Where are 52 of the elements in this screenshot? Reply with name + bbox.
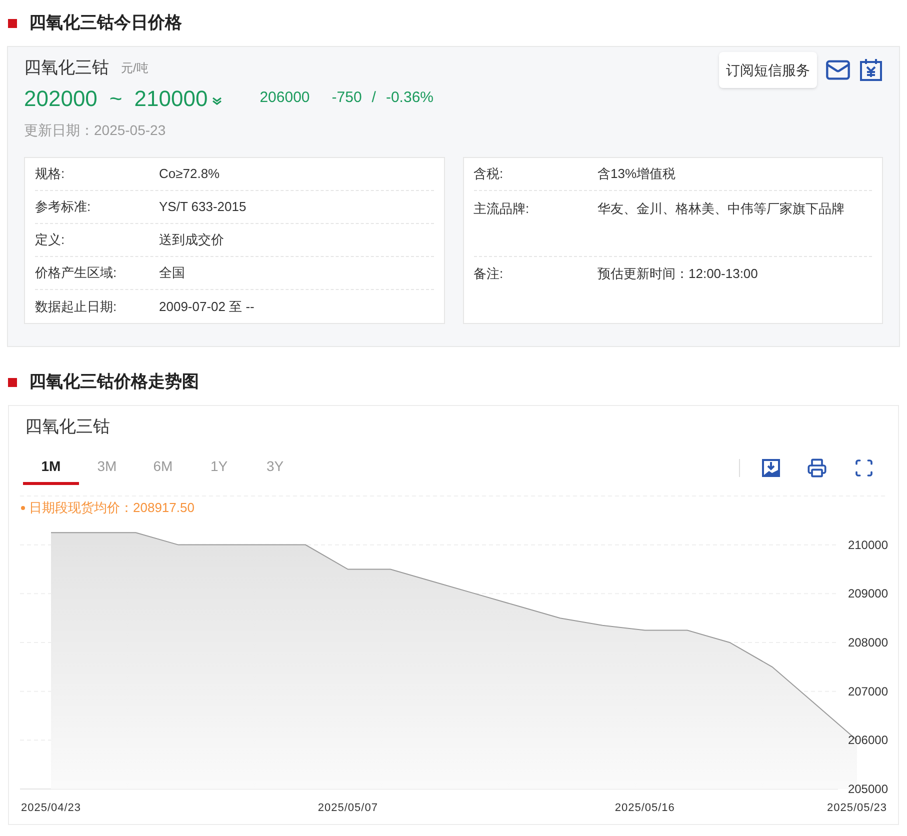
unit-label: 元/吨 [121,60,148,77]
product-name: 四氧化三钴 [24,57,109,80]
spec-label: 规格: [35,165,66,184]
spec-value: 华友、金川、格林美、中伟等厂家旗下品牌 [598,200,844,218]
yen-calendar-icon[interactable] [859,58,883,82]
spec-value: 预估更新时间：12:00-13:00 [598,264,758,283]
range-tab[interactable]: 1Y [191,450,247,484]
y-axis-label: 207000 [848,684,888,698]
y-axis-label: 210000 [848,538,888,552]
x-axis-label: 2025/05/16 [614,802,675,814]
section-marker [8,378,17,386]
section-title: 四氧化三钴今日价格 [29,12,182,34]
spec-label: 参考标准: [35,198,92,216]
range-separator: ~ [109,84,122,112]
spec-label: 价格产生区域: [35,264,118,282]
section-marker [8,18,17,28]
spec-value: 2009-07-02 至 -- [159,298,254,316]
spec-label: 主流品牌: [474,200,530,218]
subscribe-button[interactable]: 订阅短信服务 [719,52,817,88]
range-tab[interactable]: 3M [79,450,135,484]
range-tab[interactable]: 1M [23,450,79,484]
price-change: -750 [332,88,362,108]
y-axis-label: 208000 [848,636,888,650]
spec-value: 含13%增值税 [598,165,676,184]
change-slash: / [372,88,376,108]
spec-value: 送到成交价 [159,231,224,250]
spec-label: 定义: [35,231,66,250]
price-low: 202000 [24,84,98,112]
fullscreen-icon[interactable] [854,458,874,478]
x-axis-label: 2025/04/23 [20,802,82,814]
range-tab[interactable]: 3Y [247,450,303,484]
spec-value: Co≥72.8% [159,165,220,184]
average-price: 206000 [260,88,310,108]
y-axis-label: 209000 [848,586,888,601]
y-axis-label: 206000 [848,733,888,748]
legend-label: 日期段现货均价：208917.50 [29,499,194,517]
spec-value: YS/T 633-2015 [159,198,246,216]
spec-label: 数据起止日期: [35,298,118,316]
section-title: 四氧化三钴价格走势图 [29,371,199,394]
chart-title: 四氧化三钴 [24,416,111,438]
y-axis-label: 205000 [848,782,888,796]
spec-value: 全国 [159,264,185,282]
price-high: 210000 [134,84,208,112]
range-tab[interactable]: 6M [135,450,191,484]
update-date: 更新日期：2025-05-23 [24,120,167,140]
x-axis-label: 2025/05/07 [318,802,378,814]
spec-label: 含税: [474,165,504,184]
print-icon[interactable] [807,458,827,478]
image-download-icon[interactable] [762,458,780,476]
change-percent: -0.36% [386,88,434,108]
spec-label: 备注: [474,264,504,283]
x-axis-label: 2025/05/23 [826,802,888,814]
